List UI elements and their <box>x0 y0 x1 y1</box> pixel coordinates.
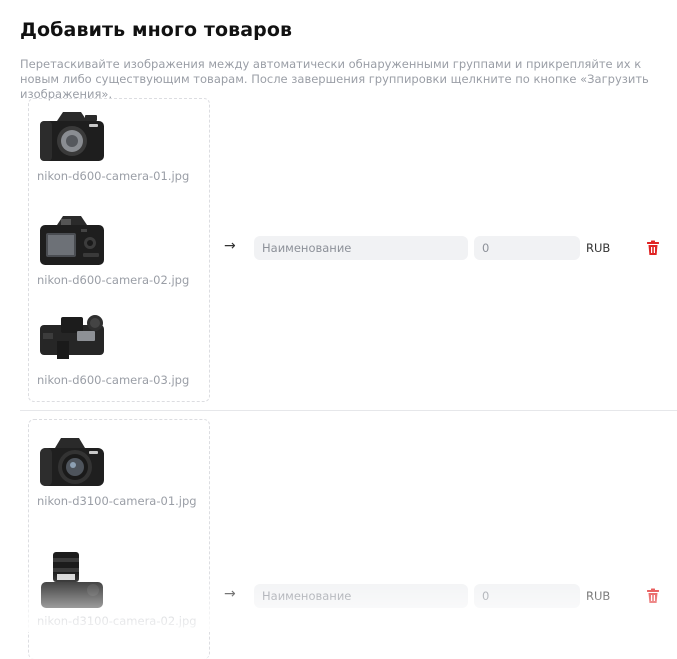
image-drop-zone[interactable]: nikon-d600-camera-01.jpg nikon-d600-came… <box>28 98 210 402</box>
image-item[interactable]: nikon-d3100-camera-02.jpg <box>37 552 205 628</box>
image-drop-zone[interactable]: nikon-d3100-camera-01.jpg nikon-d3100-ca… <box>28 419 210 659</box>
product-group: nikon-d3100-camera-01.jpg nikon-d3100-ca… <box>20 410 677 659</box>
image-item[interactable]: nikon-d600-camera-01.jpg <box>37 107 205 183</box>
image-filename: nikon-d600-camera-02.jpg <box>37 273 190 287</box>
arrow-right-icon: → <box>224 586 236 602</box>
camera-back-icon <box>40 216 104 265</box>
product-name-input[interactable] <box>254 584 468 608</box>
product-price-input[interactable] <box>474 584 580 608</box>
page-title: Добавить много товаров <box>20 18 293 41</box>
trash-icon[interactable] <box>644 587 662 605</box>
image-filename: nikon-d3100-camera-02.jpg <box>37 614 197 628</box>
image-filename: nikon-d600-camera-01.jpg <box>37 169 190 183</box>
image-item[interactable]: nikon-d3100-camera-01.jpg <box>37 432 205 508</box>
image-filename: nikon-d600-camera-03.jpg <box>37 373 190 387</box>
image-item[interactable]: nikon-d600-camera-02.jpg <box>37 211 205 287</box>
trash-icon[interactable] <box>644 239 662 257</box>
currency-label: RUB <box>586 589 611 603</box>
product-group: nikon-d600-camera-01.jpg nikon-d600-came… <box>20 96 677 408</box>
product-row: → RUB <box>224 236 674 260</box>
camera-lens-top-icon <box>41 552 103 608</box>
product-row: → RUB <box>224 584 674 608</box>
image-filename: nikon-d3100-camera-01.jpg <box>37 494 197 508</box>
product-name-input[interactable] <box>254 236 468 260</box>
image-item[interactable]: nikon-d600-camera-03.jpg <box>37 311 205 387</box>
page-description: Перетаскивайте изображения между автомат… <box>20 56 649 101</box>
camera-top-icon <box>40 315 104 359</box>
currency-label: RUB <box>586 241 611 255</box>
product-price-input[interactable] <box>474 236 580 260</box>
camera-lens-front-icon <box>40 438 104 486</box>
camera-front-icon <box>40 112 104 161</box>
arrow-right-icon: → <box>224 238 236 254</box>
